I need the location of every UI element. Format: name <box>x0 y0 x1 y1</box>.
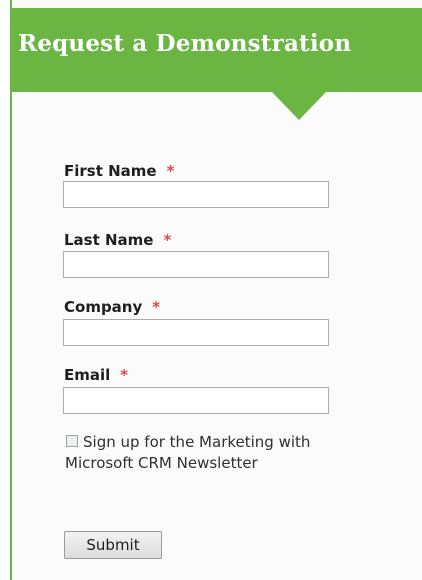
form-header: Request a Demonstration <box>10 8 422 92</box>
newsletter-label: Sign up for the Marketing with Microsoft… <box>65 433 311 472</box>
required-marker: * <box>152 298 161 316</box>
first-name-label: First Name * <box>64 162 174 180</box>
header-pointer <box>272 92 326 120</box>
required-marker: * <box>120 366 129 384</box>
last-name-label: Last Name * <box>64 231 171 249</box>
company-input[interactable] <box>63 319 329 346</box>
required-marker: * <box>163 231 172 249</box>
company-label-text: Company <box>64 298 143 316</box>
first-name-input[interactable] <box>63 181 329 208</box>
company-label: Company * <box>64 298 160 316</box>
required-marker: * <box>166 162 175 180</box>
email-input[interactable] <box>63 387 329 414</box>
last-name-label-text: Last Name <box>64 231 154 249</box>
first-name-label-text: First Name <box>64 162 157 180</box>
last-name-input[interactable] <box>63 251 329 278</box>
email-label: Email * <box>64 366 128 384</box>
form-title: Request a Demonstration <box>18 30 352 57</box>
submit-button[interactable]: Submit <box>64 531 162 559</box>
page: Request a Demonstration First Name * Last… <box>0 0 422 580</box>
email-label-text: Email <box>64 366 111 384</box>
